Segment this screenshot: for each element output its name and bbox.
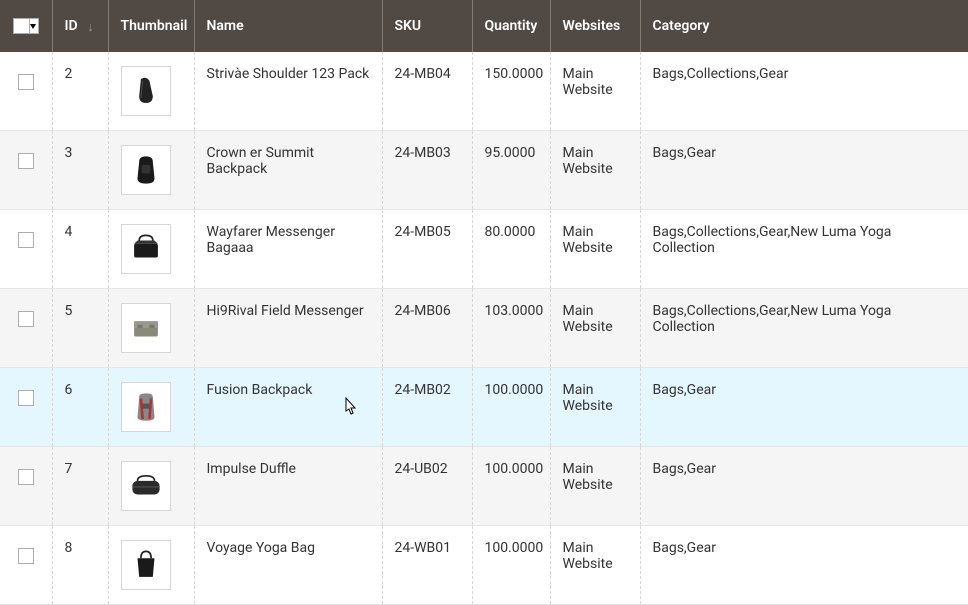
- row-checkbox[interactable]: [18, 390, 34, 406]
- cell-thumbnail: [108, 368, 194, 447]
- thumbnail-icon: [121, 66, 171, 116]
- cell-id: 4: [52, 210, 108, 289]
- header-sku[interactable]: SKU: [382, 0, 472, 52]
- header-quantity[interactable]: Quantity: [472, 0, 550, 52]
- table-row[interactable]: 4 Wayfarer Messenger Bagaaa24-MB0580.0000…: [0, 210, 968, 289]
- cell-sku: 24-MB03: [382, 131, 472, 210]
- thumbnail-icon: [121, 540, 171, 590]
- cell-id: 5: [52, 289, 108, 368]
- cell-websites: Main Website: [550, 52, 640, 131]
- table-row[interactable]: 5 Hi9Rival Field Messenger24-MB06103.0000…: [0, 289, 968, 368]
- cell-category: Bags,Collections,Gear: [640, 52, 968, 131]
- cell-id: 2: [52, 52, 108, 131]
- cell-category: Bags,Collections,Gear,New Luma Yoga Coll…: [640, 210, 968, 289]
- header-id[interactable]: ID ↓: [52, 0, 108, 52]
- cell-sku: 24-MB06: [382, 289, 472, 368]
- cell-websites: Main Website: [550, 210, 640, 289]
- cell-name: Hi9Rival Field Messenger: [194, 289, 382, 368]
- cell-thumbnail: [108, 52, 194, 131]
- cell-category: Bags,Gear: [640, 447, 968, 526]
- cell-id: 8: [52, 526, 108, 605]
- header-name[interactable]: Name: [194, 0, 382, 52]
- cell-name: Strivàe Shoulder 123 Pack: [194, 52, 382, 131]
- row-checkbox[interactable]: [18, 74, 34, 90]
- header-thumbnail[interactable]: Thumbnail: [108, 0, 194, 52]
- row-checkbox[interactable]: [18, 311, 34, 327]
- cell-name: Fusion Backpack: [194, 368, 382, 447]
- cell-websites: Main Website: [550, 526, 640, 605]
- cell-id: 3: [52, 131, 108, 210]
- cell-thumbnail: [108, 289, 194, 368]
- cell-category: Bags,Gear: [640, 526, 968, 605]
- header-websites[interactable]: Websites: [550, 0, 640, 52]
- cell-quantity: 100.0000: [472, 447, 550, 526]
- thumbnail-icon: [121, 461, 171, 511]
- thumbnail-icon: [121, 303, 171, 353]
- cell-websites: Main Website: [550, 289, 640, 368]
- thumbnail-icon: [121, 145, 171, 195]
- cell-sku: 24-UB02: [382, 447, 472, 526]
- cell-quantity: 100.0000: [472, 526, 550, 605]
- cell-sku: 24-MB02: [382, 368, 472, 447]
- cell-quantity: 100.0000: [472, 368, 550, 447]
- cell-websites: Main Website: [550, 447, 640, 526]
- cell-sku: 24-WB01: [382, 526, 472, 605]
- table-row[interactable]: 8 Voyage Yoga Bag24-WB01100.0000Main Webs…: [0, 526, 968, 605]
- cell-thumbnail: [108, 526, 194, 605]
- products-table: ID ↓ Thumbnail Name SKU Quantity Website…: [0, 0, 968, 605]
- cell-name: Crown er Summit Backpack: [194, 131, 382, 210]
- cell-quantity: 95.0000: [472, 131, 550, 210]
- cell-thumbnail: [108, 131, 194, 210]
- cell-name: Impulse Duffle: [194, 447, 382, 526]
- row-checkbox[interactable]: [18, 469, 34, 485]
- cell-quantity: 80.0000: [472, 210, 550, 289]
- cell-id: 6: [52, 368, 108, 447]
- header-id-label: ID: [65, 18, 78, 34]
- table-row[interactable]: 2 Strivàe Shoulder 123 Pack24-MB04150.000…: [0, 52, 968, 131]
- header-category[interactable]: Category: [640, 0, 968, 52]
- cell-websites: Main Website: [550, 368, 640, 447]
- cell-websites: Main Website: [550, 131, 640, 210]
- table-row[interactable]: 3 Crown er Summit Backpack24-MB0395.0000M…: [0, 131, 968, 210]
- cell-name: Voyage Yoga Bag: [194, 526, 382, 605]
- row-checkbox[interactable]: [18, 548, 34, 564]
- thumbnail-icon: [121, 382, 171, 432]
- cell-category: Bags,Gear: [640, 368, 968, 447]
- row-checkbox[interactable]: [18, 153, 34, 169]
- sort-down-icon: ↓: [87, 19, 94, 35]
- cell-category: Bags,Collections,Gear,New Luma Yoga Coll…: [640, 289, 968, 368]
- cell-id: 7: [52, 447, 108, 526]
- select-all-dropdown-icon[interactable]: [13, 18, 39, 34]
- row-checkbox[interactable]: [18, 232, 34, 248]
- cell-name: Wayfarer Messenger Bagaaa: [194, 210, 382, 289]
- table-row[interactable]: 7 Impulse Duffle24-UB02100.0000Main Websi…: [0, 447, 968, 526]
- table-row[interactable]: 6 Fusion Backpack24-MB02100.0000Main Webs…: [0, 368, 968, 447]
- cell-quantity: 150.0000: [472, 52, 550, 131]
- cell-sku: 24-MB04: [382, 52, 472, 131]
- thumbnail-icon: [121, 224, 171, 274]
- cell-sku: 24-MB05: [382, 210, 472, 289]
- cell-category: Bags,Gear: [640, 131, 968, 210]
- cell-quantity: 103.0000: [472, 289, 550, 368]
- header-checkbox[interactable]: [0, 0, 52, 52]
- cell-thumbnail: [108, 210, 194, 289]
- cell-thumbnail: [108, 447, 194, 526]
